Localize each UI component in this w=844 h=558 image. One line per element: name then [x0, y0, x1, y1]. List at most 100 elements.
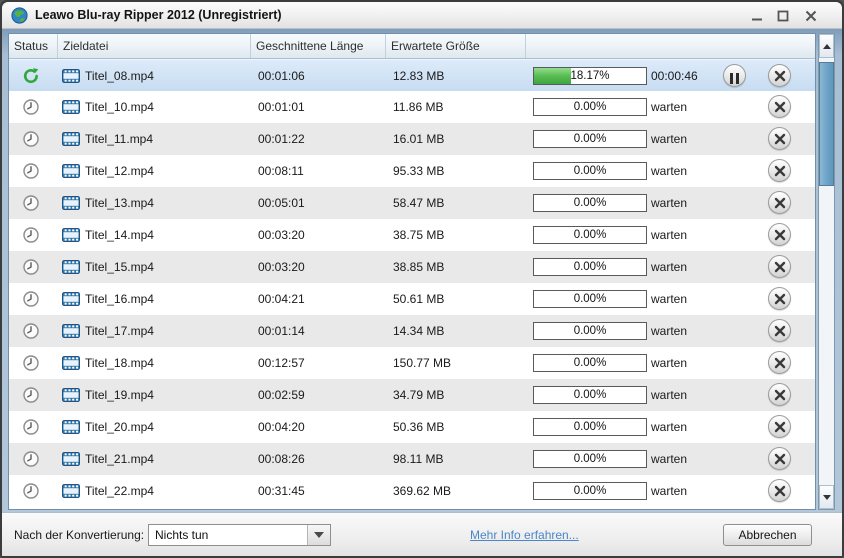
table-row[interactable]: Titel_08.mp4 00:01:06 12.83 MB 18.17% 00…	[9, 59, 815, 91]
minimize-icon[interactable]	[746, 6, 768, 25]
title-bar[interactable]: Leawo Blu-ray Ripper 2012 (Unregistriert…	[2, 2, 842, 29]
remove-button[interactable]	[768, 64, 791, 87]
dropdown-selected-value: Nichts tun	[155, 528, 209, 542]
video-file-icon	[62, 69, 80, 83]
remove-x-icon	[774, 421, 785, 432]
expected-size-value: 150.77 MB	[393, 356, 452, 370]
table-row[interactable]: Titel_20.mp4 00:04:20 50.36 MB 0.00% war…	[9, 411, 815, 443]
progress-percent-label: 0.00%	[573, 389, 607, 401]
scroll-up-icon[interactable]	[819, 34, 834, 58]
table-row[interactable]: Titel_15.mp4 00:03:20 38.85 MB 0.00% war…	[9, 251, 815, 283]
footer-bar: Nach der Konvertierung: Nichts tun Mehr …	[2, 512, 842, 556]
target-filename: Titel_21.mp4	[85, 452, 154, 466]
table-row[interactable]: Titel_13.mp4 00:05:01 58.47 MB 0.00% war…	[9, 187, 815, 219]
remove-button[interactable]	[768, 223, 791, 246]
table-row[interactable]: Titel_19.mp4 00:02:59 34.79 MB 0.00% war…	[9, 379, 815, 411]
expected-size-value: 95.33 MB	[393, 164, 445, 178]
expected-size-value: 12.83 MB	[393, 69, 445, 83]
remove-x-icon	[774, 325, 785, 336]
table-row[interactable]: Titel_12.mp4 00:08:11 95.33 MB 0.00% war…	[9, 155, 815, 187]
row-state-text: warten	[651, 484, 688, 498]
progress-percent-label: 0.00%	[573, 165, 607, 177]
target-filename: Titel_20.mp4	[85, 420, 154, 434]
cut-length-value: 00:12:57	[258, 356, 305, 370]
cut-length-value: 00:01:14	[258, 324, 305, 338]
target-filename: Titel_15.mp4	[85, 260, 154, 274]
remove-button[interactable]	[768, 383, 791, 406]
video-file-icon	[62, 452, 80, 466]
target-filename: Titel_12.mp4	[85, 164, 154, 178]
cut-length-value: 00:03:20	[258, 260, 305, 274]
table-row[interactable]: Titel_18.mp4 00:12:57 150.77 MB 0.00% wa…	[9, 347, 815, 379]
remove-button[interactable]	[768, 447, 791, 470]
video-file-icon	[62, 196, 80, 210]
maximize-icon[interactable]	[772, 6, 794, 25]
remove-button[interactable]	[768, 127, 791, 150]
converting-status-icon	[23, 68, 39, 84]
dropdown-arrow-icon[interactable]	[307, 525, 330, 545]
scrollbar-thumb[interactable]	[819, 62, 834, 186]
more-info-link[interactable]: Mehr Info erfahren...	[470, 528, 579, 542]
progress-bar: 0.00%	[533, 418, 647, 436]
column-header-progress	[526, 34, 815, 58]
table-row[interactable]: Titel_22.mp4 00:31:45 369.62 MB 0.00% wa…	[9, 475, 815, 507]
waiting-status-icon	[23, 387, 39, 403]
table-row[interactable]: Titel_14.mp4 00:03:20 38.75 MB 0.00% war…	[9, 219, 815, 251]
table-row[interactable]: Titel_17.mp4 00:01:14 14.34 MB 0.00% war…	[9, 315, 815, 347]
remove-button[interactable]	[768, 95, 791, 118]
expected-size-value: 34.79 MB	[393, 388, 445, 402]
cut-length-value: 00:01:06	[258, 69, 305, 83]
progress-bar: 0.00%	[533, 322, 647, 340]
remove-button[interactable]	[768, 319, 791, 342]
remove-button[interactable]	[768, 191, 791, 214]
video-file-icon	[62, 420, 80, 434]
progress-percent-label: 0.00%	[573, 197, 607, 209]
target-filename: Titel_11.mp4	[85, 132, 154, 146]
remove-x-icon	[774, 70, 785, 81]
table-row[interactable]: Titel_10.mp4 00:01:01 11.86 MB 0.00% war…	[9, 91, 815, 123]
progress-bar: 0.00%	[533, 450, 647, 468]
waiting-status-icon	[23, 419, 39, 435]
target-filename: Titel_08.mp4	[85, 69, 154, 83]
close-icon[interactable]	[800, 6, 822, 25]
table-row[interactable]: Titel_11.mp4 00:01:22 16.01 MB 0.00% war…	[9, 123, 815, 155]
remove-x-icon	[774, 101, 785, 112]
row-state-text: warten	[651, 452, 688, 466]
scroll-down-icon[interactable]	[819, 485, 834, 509]
row-state-text: warten	[651, 164, 688, 178]
remove-x-icon	[774, 133, 785, 144]
progress-bar: 0.00%	[533, 98, 647, 116]
video-file-icon	[62, 484, 80, 498]
target-filename: Titel_17.mp4	[85, 324, 154, 338]
progress-percent-label: 18.17%	[570, 70, 610, 82]
video-file-icon	[62, 260, 80, 274]
row-state-text: warten	[651, 196, 688, 210]
remove-button[interactable]	[768, 415, 791, 438]
waiting-status-icon	[23, 195, 39, 211]
column-header-target-file: Zieldatei	[58, 34, 251, 58]
remove-button[interactable]	[768, 287, 791, 310]
remove-button[interactable]	[768, 255, 791, 278]
table-row[interactable]: Titel_16.mp4 00:04:21 50.61 MB 0.00% war…	[9, 283, 815, 315]
cut-length-value: 00:01:01	[258, 100, 305, 114]
cancel-button[interactable]: Abbrechen	[723, 524, 812, 546]
target-filename: Titel_14.mp4	[85, 228, 154, 242]
video-file-icon	[62, 324, 80, 338]
target-filename: Titel_13.mp4	[85, 196, 154, 210]
remove-button[interactable]	[768, 159, 791, 182]
table-row[interactable]: Titel_21.mp4 00:08:26 98.11 MB 0.00% war…	[9, 443, 815, 475]
row-state-text: warten	[651, 260, 688, 274]
video-file-icon	[62, 228, 80, 242]
after-conversion-dropdown[interactable]: Nichts tun	[148, 524, 331, 546]
pause-icon	[730, 72, 739, 84]
vertical-scrollbar[interactable]	[818, 33, 835, 510]
cut-length-value: 00:04:21	[258, 292, 305, 306]
cut-length-value: 00:04:20	[258, 420, 305, 434]
pause-button[interactable]	[723, 64, 746, 87]
remove-button[interactable]	[768, 479, 791, 502]
waiting-status-icon	[23, 451, 39, 467]
conversion-queue-table: Status Zieldatei Geschnittene Länge Erwa…	[8, 33, 816, 510]
table-header: Status Zieldatei Geschnittene Länge Erwa…	[9, 34, 815, 59]
remove-button[interactable]	[768, 351, 791, 374]
window-content: Status Zieldatei Geschnittene Länge Erwa…	[2, 29, 842, 556]
